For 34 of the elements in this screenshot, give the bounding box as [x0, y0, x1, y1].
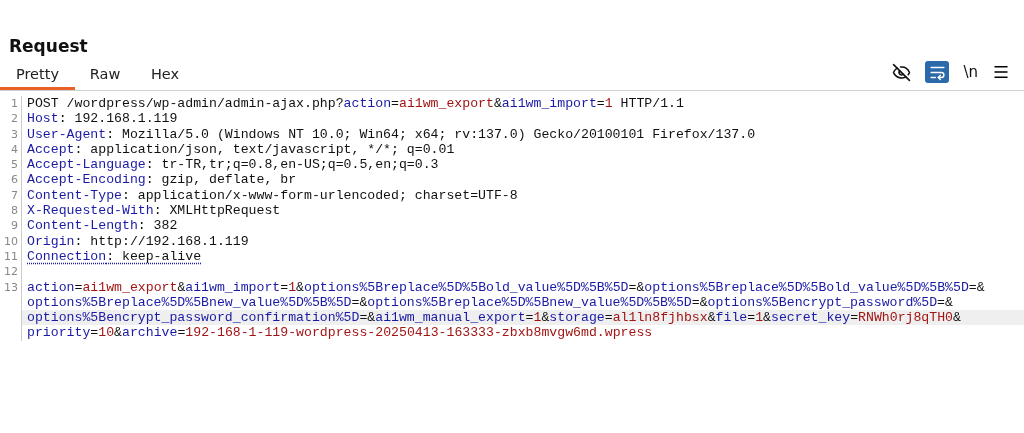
code-line: Accept: application/json, text/javascript, */*; q=0.01: [26, 141, 456, 158]
line-number: 8: [0, 203, 22, 219]
view-tab[interactable]: Hex: [135, 62, 195, 90]
code-line: Origin: http://192.168.1.119: [26, 233, 250, 249]
code-line: priority=10&archive=192-168-1-119-wordpress-20250413-163333-zbxb8mvgw6md.wpress: [26, 325, 654, 341]
wrap-text-button[interactable]: [925, 61, 950, 83]
code-line: Content-Type: application/x-www-form-urlencoded; charset=UTF-8: [26, 187, 519, 204]
code-line: Accept-Encoding: gzip, deflate, br: [26, 172, 298, 188]
code-line: User-Agent: Mozilla/5.0 (Windows NT 10.0; Win64; x64; rv:137.0) Gecko/20100101 Firefox/137.0: [26, 126, 757, 142]
code-line: action=ai1wm_export&ai1wm_import=1&options%5Breplace%5D%5Bold_value%5D%5B%5D=&options%5Breplace%5D%5Bold_value%5D%5B%5D=&: [26, 279, 986, 295]
line-number: 3: [0, 126, 22, 142]
code-line: Host: 192.168.1.119: [26, 111, 179, 127]
code-line: X-Requested-With: XMLHttpRequest: [26, 203, 282, 219]
line-number: 9: [0, 218, 22, 234]
panel-title: Request: [8, 35, 89, 58]
line-number: 6: [0, 172, 22, 188]
view-tab[interactable]: Raw: [75, 62, 135, 90]
line-number: 11: [0, 248, 22, 265]
line-number: 13: [0, 279, 22, 295]
line-number: 12: [0, 264, 22, 280]
line-number: 10: [0, 233, 22, 249]
line-number: 2: [0, 111, 22, 127]
line-number: 1: [0, 96, 22, 112]
menu-icon[interactable]: [992, 63, 1010, 81]
code-line: Accept-Language: tr-TR,tr;q=0.8,en-US;q=0.5,en;q=0.3: [26, 157, 440, 173]
line-number: 4: [0, 141, 22, 158]
line-number: 5: [0, 157, 22, 173]
code-line: options%5Breplace%5D%5Bnew_value%5D%5B%5D=&options%5Breplace%5D%5Bnew_value%5D%5B%5D=&options%5Bencrypt_password%5D=&: [26, 294, 954, 311]
newline-toggle[interactable]: \n: [961, 63, 980, 81]
view-tab[interactable]: Pretty: [0, 62, 75, 90]
code-line: POST /wordpress/wp-admin/admin-ajax.php?action=ai1wm_export&ai1wm_import=1 HTTP/1.1: [26, 96, 685, 112]
code-line: Connection: keep-alive: [26, 248, 203, 265]
line-number: 7: [0, 187, 22, 204]
code-line: Content-Length: 382: [26, 218, 179, 234]
